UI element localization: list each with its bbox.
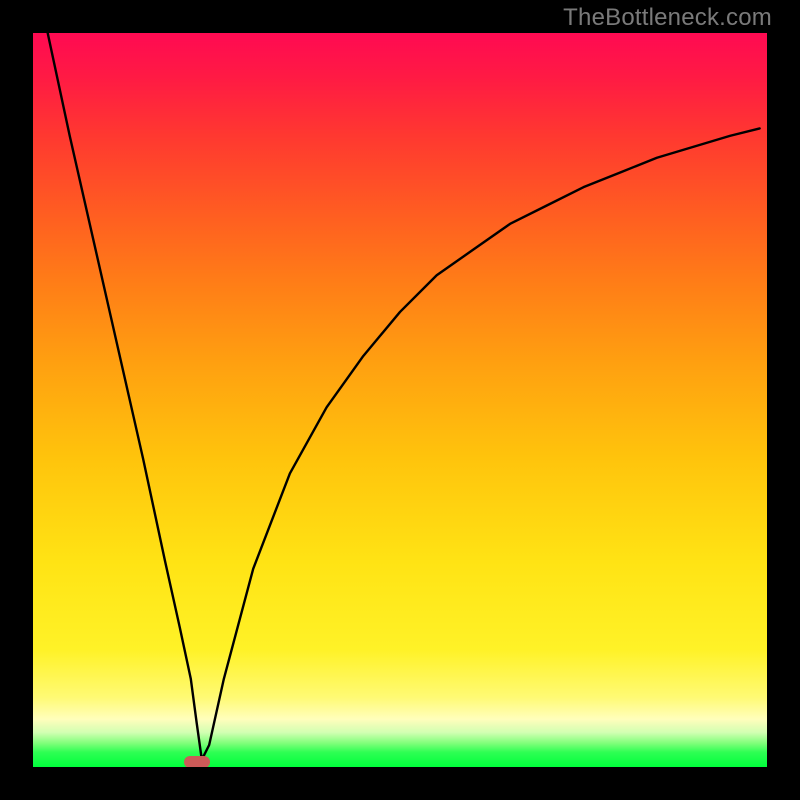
plot-area xyxy=(33,33,767,767)
watermark-text: TheBottleneck.com xyxy=(563,4,772,32)
optimal-marker xyxy=(184,756,210,767)
bottleneck-curve xyxy=(33,33,767,767)
chart-frame: TheBottleneck.com xyxy=(0,0,800,800)
